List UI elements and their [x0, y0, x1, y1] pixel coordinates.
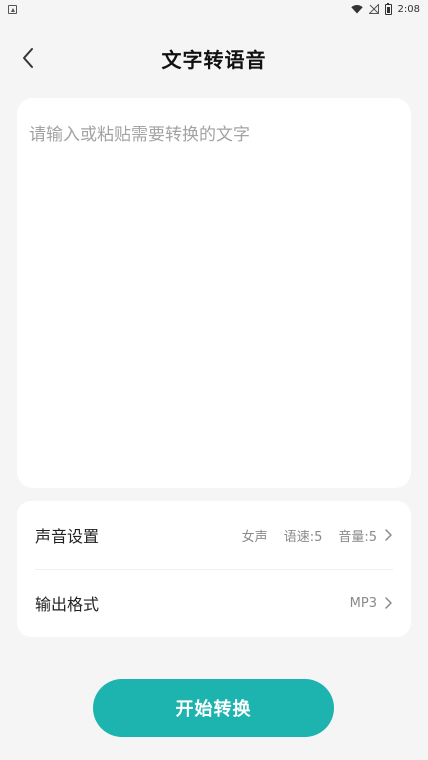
chevron-right-icon — [385, 529, 392, 541]
voice-speed-value: 语速:5 — [283, 529, 323, 545]
app-notification-icon — [8, 4, 17, 14]
output-format-label: 输出格式 — [35, 595, 100, 614]
back-chevron-icon — [23, 48, 33, 68]
battery-icon — [384, 2, 392, 15]
output-format-row[interactable]: 输出格式 MP3 — [17, 569, 411, 637]
chevron-right-icon — [385, 597, 392, 609]
status-time: 2:08 — [397, 3, 420, 15]
header: 文字转语音 — [0, 30, 428, 86]
settings-card: 声音设置 女声 语速:5 音量:5 输出格式 MP3 — [17, 501, 411, 637]
output-format-value: MP3 — [349, 595, 377, 611]
status-bar: 2:08 — [0, 0, 428, 18]
back-button[interactable] — [14, 42, 42, 74]
voice-settings-label: 声音设置 — [35, 527, 100, 546]
page-title: 文字转语音 — [161, 47, 267, 72]
wifi-icon — [350, 4, 363, 14]
start-convert-button[interactable]: 开始转换 — [93, 679, 334, 737]
voice-gender-value: 女声 — [241, 529, 268, 545]
voice-volume-value: 音量:5 — [338, 529, 377, 545]
text-input-card — [17, 98, 411, 488]
output-format-values: MP3 — [350, 596, 393, 611]
no-signal-icon — [368, 4, 379, 14]
voice-settings-values: 女声 语速:5 音量:5 — [242, 526, 393, 545]
voice-settings-row[interactable]: 声音设置 女声 语速:5 音量:5 — [17, 501, 411, 569]
text-input[interactable] — [17, 98, 411, 488]
